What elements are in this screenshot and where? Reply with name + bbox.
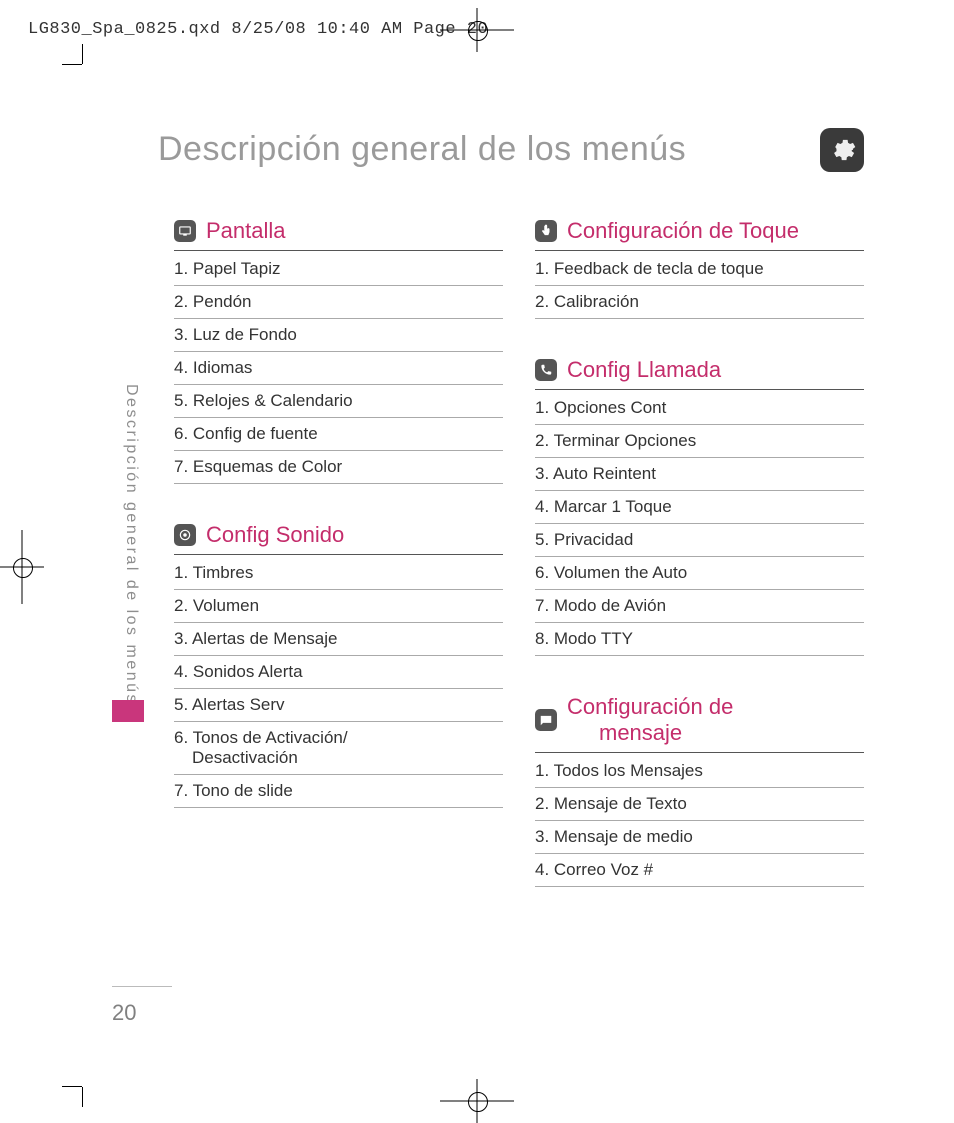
list-item: 7. Modo de Avión bbox=[535, 590, 864, 623]
print-header: LG830_Spa_0825.qxd 8/25/08 10:40 AM Page… bbox=[28, 20, 488, 39]
list-item: 6. Tonos de Activación/Desactivación bbox=[174, 722, 503, 775]
page-title: Descripción general de los menús bbox=[158, 130, 686, 169]
list-item: 1. Papel Tapiz bbox=[174, 253, 503, 286]
section-header: Config Llamada bbox=[535, 357, 864, 390]
list-item: 6. Config de fuente bbox=[174, 418, 503, 451]
section-title: Configuración demensaje bbox=[567, 694, 733, 746]
page-number-rule bbox=[112, 986, 172, 987]
list-item: 1. Timbres bbox=[174, 557, 503, 590]
list-item: 3. Auto Reintent bbox=[535, 458, 864, 491]
menu-section: Configuración de Toque 1. Feedback de tec… bbox=[535, 218, 864, 319]
section-header: Pantalla bbox=[174, 218, 503, 251]
section-header: Config Sonido bbox=[174, 522, 503, 555]
list-item: 1. Feedback de tecla de toque bbox=[535, 253, 864, 286]
list-item: 5. Alertas Serv bbox=[174, 689, 503, 722]
section-items: 1. Timbres2. Volumen3. Alertas de Mensaj… bbox=[174, 557, 503, 808]
section-items: 1. Opciones Cont2. Terminar Opciones3. A… bbox=[535, 392, 864, 656]
registration-mark-left bbox=[0, 530, 44, 604]
section-items: 1. Papel Tapiz2. Pendón3. Luz de Fondo4.… bbox=[174, 253, 503, 484]
list-item: 4. Sonidos Alerta bbox=[174, 656, 503, 689]
menu-section: Config Sonido 1. Timbres2. Volumen3. Aler… bbox=[174, 522, 503, 808]
list-item: 7. Esquemas de Color bbox=[174, 451, 503, 484]
call-icon bbox=[535, 359, 557, 381]
menu-section: Config Llamada 1. Opciones Cont2. Termina… bbox=[535, 357, 864, 656]
left-column: Pantalla 1. Papel Tapiz2. Pendón3. Luz de… bbox=[174, 218, 503, 925]
list-item: 2. Mensaje de Texto bbox=[535, 788, 864, 821]
list-item: 4. Correo Voz # bbox=[535, 854, 864, 887]
gear-icon bbox=[820, 128, 864, 172]
section-title: Config Sonido bbox=[206, 522, 344, 548]
list-item: 2. Pendón bbox=[174, 286, 503, 319]
section-items: 1. Feedback de tecla de toque2. Calibrac… bbox=[535, 253, 864, 319]
list-item: 2. Terminar Opciones bbox=[535, 425, 864, 458]
content-columns: Pantalla 1. Papel Tapiz2. Pendón3. Luz de… bbox=[174, 218, 864, 925]
list-item: 4. Idiomas bbox=[174, 352, 503, 385]
section-title: Pantalla bbox=[206, 218, 286, 244]
display-icon bbox=[174, 220, 196, 242]
list-item: 6. Volumen the Auto bbox=[535, 557, 864, 590]
document-page: LG830_Spa_0825.qxd 8/25/08 10:40 AM Page… bbox=[0, 0, 954, 1123]
list-item: 8. Modo TTY bbox=[535, 623, 864, 656]
list-item: 4. Marcar 1 Toque bbox=[535, 491, 864, 524]
section-items: 1. Todos los Mensajes2. Mensaje de Texto… bbox=[535, 755, 864, 887]
list-item: 5. Relojes & Calendario bbox=[174, 385, 503, 418]
list-item: 1. Opciones Cont bbox=[535, 392, 864, 425]
list-item: 3. Alertas de Mensaje bbox=[174, 623, 503, 656]
list-item: 7. Tono de slide bbox=[174, 775, 503, 808]
section-title: Configuración de Toque bbox=[567, 218, 799, 244]
section-header: Configuración de Toque bbox=[535, 218, 864, 251]
registration-mark-top bbox=[440, 8, 514, 52]
section-title: Config Llamada bbox=[567, 357, 721, 383]
menu-section: Pantalla 1. Papel Tapiz2. Pendón3. Luz de… bbox=[174, 218, 503, 484]
side-tab-accent bbox=[112, 700, 144, 722]
page-number: 20 bbox=[112, 994, 136, 1026]
menu-section: Configuración demensaje 1. Todos los Mens… bbox=[535, 694, 864, 887]
list-item: 2. Calibración bbox=[535, 286, 864, 319]
side-label: Descripción general de los menús bbox=[122, 384, 140, 705]
list-item: 2. Volumen bbox=[174, 590, 503, 623]
list-item: 1. Todos los Mensajes bbox=[535, 755, 864, 788]
list-item: 3. Luz de Fondo bbox=[174, 319, 503, 352]
section-header: Configuración demensaje bbox=[535, 694, 864, 753]
list-item: 3. Mensaje de medio bbox=[535, 821, 864, 854]
list-item: 5. Privacidad bbox=[535, 524, 864, 557]
message-icon bbox=[535, 709, 557, 731]
right-column: Configuración de Toque 1. Feedback de tec… bbox=[535, 218, 864, 925]
sound-icon bbox=[174, 524, 196, 546]
touch-icon bbox=[535, 220, 557, 242]
